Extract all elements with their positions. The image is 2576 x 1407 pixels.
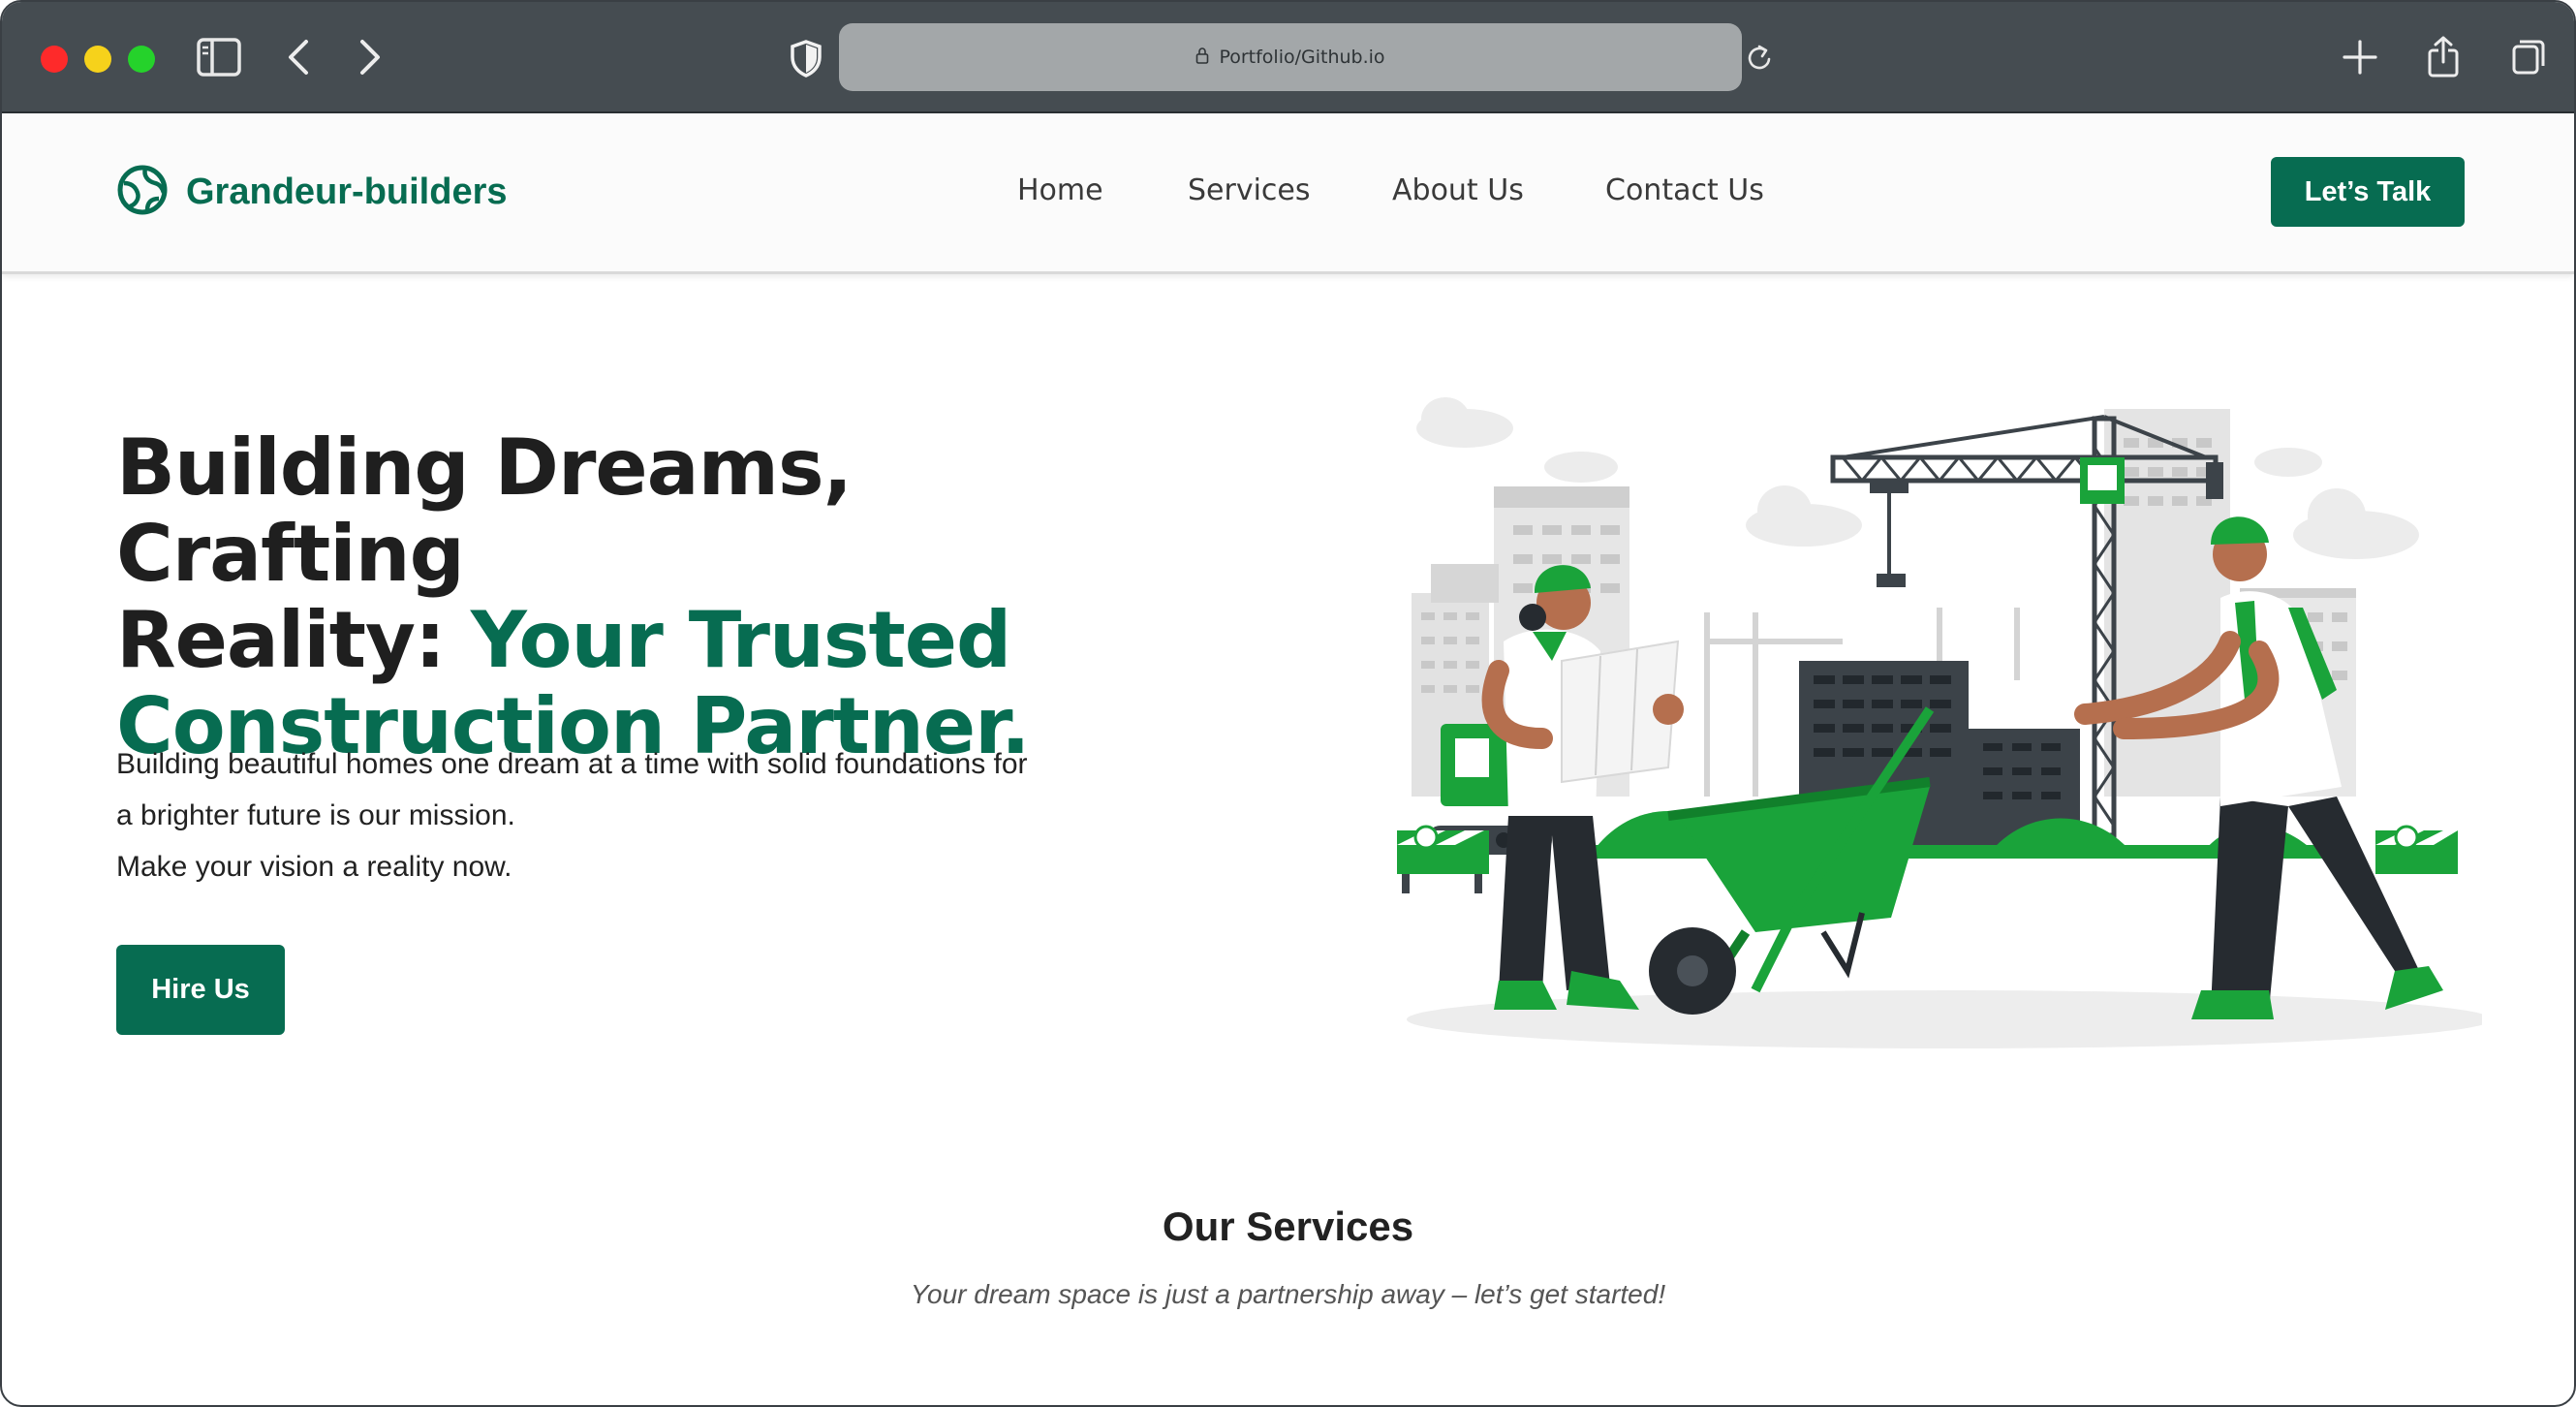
lock-icon	[1195, 47, 1209, 69]
hero-title-line1: Building Dreams, Crafting	[116, 422, 853, 599]
hero-title: Building Dreams, Crafting Reality: Your …	[116, 424, 1182, 769]
globe-logo-icon	[116, 164, 169, 221]
address-bar[interactable]: Portfolio/Github.io	[839, 23, 1742, 91]
nav-link-about[interactable]: About Us	[1392, 173, 1524, 207]
construction-illustration	[1397, 397, 2482, 1048]
new-tab-icon[interactable]	[2342, 39, 2378, 76]
url-text: Portfolio/Github.io	[1219, 47, 1385, 68]
site-header: Grandeur-builders Home Services About Us…	[2, 113, 2574, 274]
reload-icon[interactable]	[1746, 43, 1775, 74]
share-icon[interactable]	[2426, 35, 2461, 78]
services-title: Our Services	[1162, 1204, 1414, 1249]
hero-description: Building beautiful homes one dream at a …	[116, 738, 1182, 892]
minimize-window-button[interactable]	[84, 46, 111, 73]
browser-toolbar: Portfolio/Github.io	[2, 2, 2574, 113]
barrier-right	[2375, 825, 2458, 874]
nav-link-services[interactable]: Services	[1188, 173, 1311, 207]
forward-icon[interactable]	[357, 37, 386, 78]
shield-icon[interactable]	[790, 39, 822, 78]
nav-link-contact[interactable]: Contact Us	[1605, 173, 1764, 207]
browser-window: Portfolio/Github.io Grandeur-builders Ho…	[0, 0, 2576, 1407]
nav-link-home[interactable]: Home	[1017, 173, 1103, 207]
maximize-window-button[interactable]	[128, 46, 155, 73]
services-subtitle: Your dream space is just a partnership a…	[910, 1279, 1666, 1309]
hero-desc-line2: a brighter future is our mission.	[116, 799, 515, 831]
hero-title-line2: Reality:	[116, 595, 471, 685]
hero-title-accent: Your Trusted	[470, 595, 1011, 685]
brand[interactable]: Grandeur-builders	[116, 164, 508, 221]
back-icon[interactable]	[283, 37, 312, 78]
lets-talk-button[interactable]: Let’s Talk	[2271, 157, 2465, 227]
hire-us-button[interactable]: Hire Us	[116, 945, 285, 1035]
tabs-icon[interactable]	[2511, 39, 2546, 76]
hero-desc-line3: Make your vision a reality now.	[116, 851, 512, 883]
close-window-button[interactable]	[41, 46, 68, 73]
sidebar-icon[interactable]	[196, 37, 242, 78]
hero-desc-line1: Building beautiful homes one dream at a …	[116, 748, 1028, 780]
brand-name: Grandeur-builders	[186, 172, 508, 212]
barrier-left	[1397, 825, 1489, 893]
